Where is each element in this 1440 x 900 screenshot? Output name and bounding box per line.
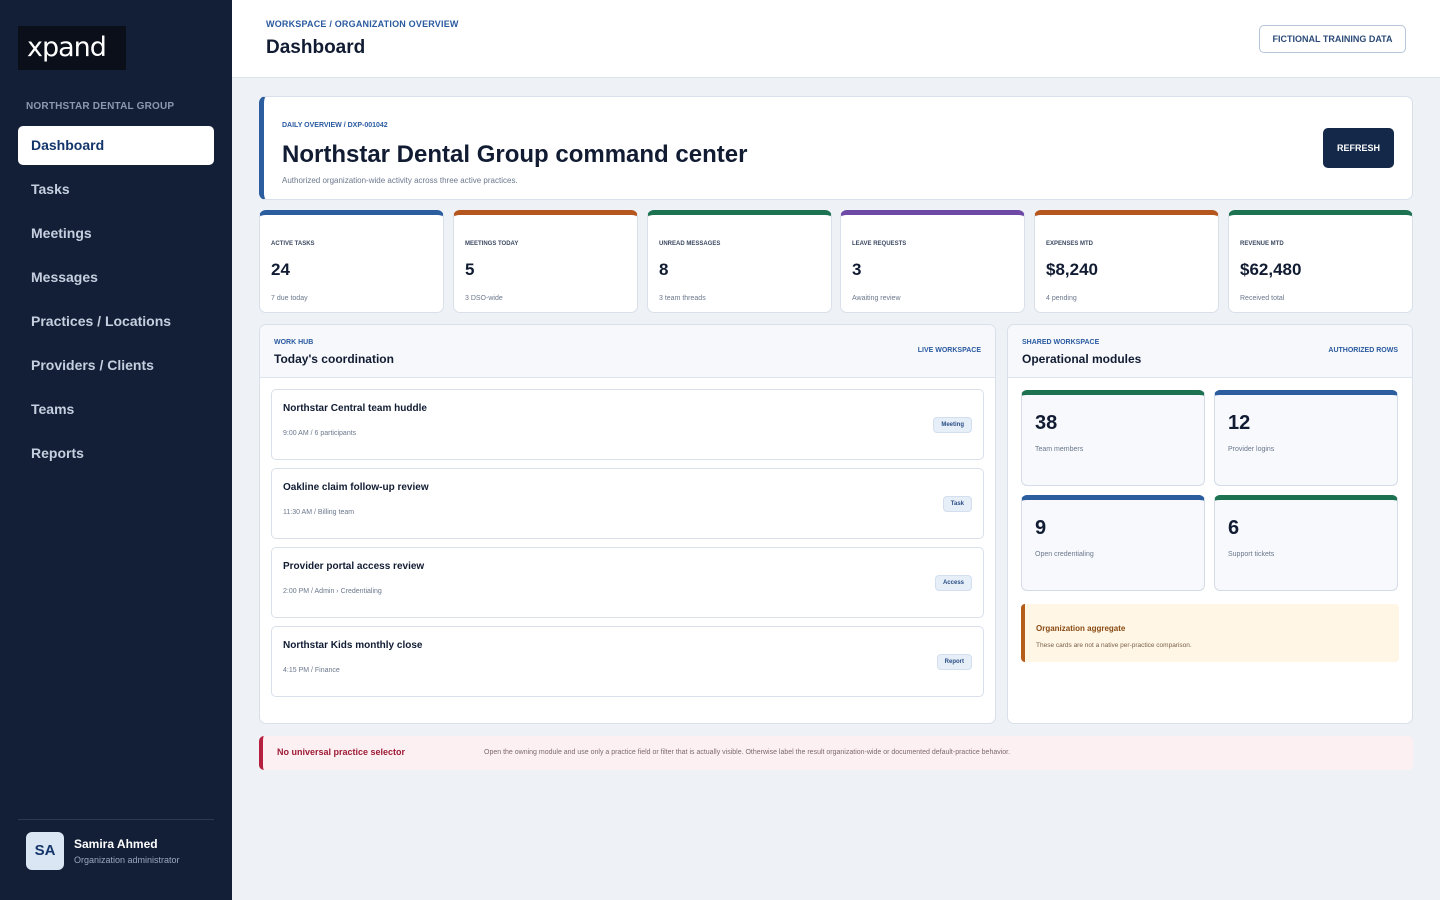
user-name: Samira Ahmed <box>74 837 158 851</box>
module-value: 38 <box>1035 412 1058 434</box>
alert-title: No universal practice selector <box>277 747 406 757</box>
module-label: Support tickets <box>1228 551 1275 558</box>
work-item-badge: Report <box>936 654 972 670</box>
stat-card-meetings-today[interactable]: MEETINGS TODAY 5 3 DSO-wide <box>453 210 638 313</box>
top-header: WORKSPACE / ORGANIZATION OVERVIEW Dashbo… <box>232 0 1440 78</box>
sidebar-item-messages[interactable]: Messages <box>18 258 214 297</box>
module-label: Open credentialing <box>1035 551 1094 558</box>
module-value: 6 <box>1228 517 1240 539</box>
work-item-title: Provider portal access review <box>283 561 425 572</box>
stat-note: 3 team threads <box>659 295 706 302</box>
live-workspace-tag[interactable]: LIVE WORKSPACE <box>918 347 981 354</box>
stat-note: 3 DSO-wide <box>465 295 503 302</box>
sidebar-item-teams[interactable]: Teams <box>18 390 214 429</box>
shared-workspace-header: SHARED WORKSPACE Operational modules AUT… <box>1008 325 1412 378</box>
stat-label: ACTIVE TASKS <box>271 241 315 247</box>
work-hub-title: Today's coordination <box>274 352 394 366</box>
module-card-provider-logins[interactable]: 12 Provider logins <box>1214 390 1398 486</box>
module-label: Provider logins <box>1228 446 1275 453</box>
module-card-team-members[interactable]: 38 Team members <box>1021 390 1205 486</box>
stat-value: 5 <box>465 260 475 279</box>
work-item-claim-review[interactable]: Oakline claim follow-up review 11:30 AM … <box>271 468 984 539</box>
sidebar-item-meetings[interactable]: Meetings <box>18 214 214 253</box>
work-item-badge: Access <box>934 575 972 591</box>
work-hub-panel: WORK HUB Today's coordination LIVE WORKS… <box>259 324 996 724</box>
module-card-support-tickets[interactable]: 6 Support tickets <box>1214 495 1398 591</box>
stat-cards: ACTIVE TASKS 24 7 due today MEETINGS TOD… <box>259 210 1413 313</box>
shared-workspace-kicker: SHARED WORKSPACE <box>1022 339 1100 346</box>
stat-card-revenue-mtd[interactable]: REVENUE MTD $62,480 Received total <box>1228 210 1413 313</box>
stat-note: Awaiting review <box>852 295 901 302</box>
stat-value: 24 <box>271 260 290 279</box>
hero-kicker: DAILY OVERVIEW / DXP-001042 <box>282 122 388 129</box>
organization-aggregate-note: Organization aggregate These cards are n… <box>1021 604 1399 662</box>
stat-label: LEAVE REQUESTS <box>852 241 907 247</box>
sidebar-item-practices-locations[interactable]: Practices / Locations <box>18 302 214 341</box>
work-item-meta: 4:15 PM / Finance <box>283 667 340 674</box>
stat-note: 7 due today <box>271 295 308 302</box>
work-item-title: Oakline claim follow-up review <box>283 482 429 493</box>
hero-card: DAILY OVERVIEW / DXP-001042 Northstar De… <box>259 96 1413 200</box>
stat-card-leave-requests[interactable]: LEAVE REQUESTS 3 Awaiting review <box>840 210 1025 313</box>
stat-value: 3 <box>852 260 862 279</box>
sidebar: xpand NORTHSTAR DENTAL GROUP Dashboard T… <box>0 0 232 900</box>
work-item-portal-access[interactable]: Provider portal access review 2:00 PM / … <box>271 547 984 618</box>
work-item-meta: 2:00 PM / Admin › Credentialing <box>283 588 382 595</box>
module-label: Team members <box>1035 446 1084 453</box>
stat-card-expenses-mtd[interactable]: EXPENSES MTD $8,240 4 pending <box>1034 210 1219 313</box>
breadcrumb: WORKSPACE / ORGANIZATION OVERVIEW <box>266 19 459 29</box>
module-card-open-credentialing[interactable]: 9 Open credentialing <box>1021 495 1205 591</box>
work-item-team-huddle[interactable]: Northstar Central team huddle 9:00 AM / … <box>271 389 984 460</box>
aggregate-text: These cards are not a native per-practic… <box>1036 642 1192 649</box>
work-item-badge: Task <box>942 496 972 512</box>
stat-value: $8,240 <box>1046 260 1098 279</box>
module-value: 9 <box>1035 517 1047 539</box>
hero-title: Northstar Dental Group command center <box>282 141 748 168</box>
stat-label: REVENUE MTD <box>1240 241 1284 247</box>
stat-value: 8 <box>659 260 669 279</box>
refresh-button[interactable]: REFRESH <box>1323 128 1394 168</box>
hero-subtitle: Authorized organization-wide activity ac… <box>282 176 518 185</box>
avatar[interactable]: SA <box>26 832 64 870</box>
stat-note: 4 pending <box>1046 295 1077 302</box>
stat-label: UNREAD MESSAGES <box>659 241 721 247</box>
sidebar-item-tasks[interactable]: Tasks <box>18 170 214 209</box>
stat-card-active-tasks[interactable]: ACTIVE TASKS 24 7 due today <box>259 210 444 313</box>
work-item-badge: Meeting <box>933 417 972 433</box>
user-role: Organization administrator <box>74 855 180 865</box>
work-hub-header: WORK HUB Today's coordination LIVE WORKS… <box>260 325 995 378</box>
sidebar-item-reports[interactable]: Reports <box>18 434 214 473</box>
sidebar-item-providers-clients[interactable]: Providers / Clients <box>18 346 214 385</box>
sidebar-item-dashboard[interactable]: Dashboard <box>18 126 214 165</box>
sidebar-nav: Dashboard Tasks Meetings Messages Practi… <box>18 126 214 478</box>
stat-label: MEETINGS TODAY <box>465 241 519 247</box>
module-value: 12 <box>1228 412 1251 434</box>
work-hub-kicker: WORK HUB <box>274 339 314 346</box>
work-item-monthly-close[interactable]: Northstar Kids monthly close 4:15 PM / F… <box>271 626 984 697</box>
stat-value: $62,480 <box>1240 260 1302 279</box>
shared-workspace-panel: SHARED WORKSPACE Operational modules AUT… <box>1007 324 1413 724</box>
stat-label: EXPENSES MTD <box>1046 241 1094 247</box>
stat-note: Received total <box>1240 295 1285 302</box>
work-item-meta: 9:00 AM / 6 participants <box>283 430 357 437</box>
sidebar-divider <box>18 819 214 820</box>
stat-card-unread-messages[interactable]: UNREAD MESSAGES 8 3 team threads <box>647 210 832 313</box>
app-logo[interactable]: xpand <box>18 26 126 70</box>
work-item-title: Northstar Kids monthly close <box>283 640 423 651</box>
work-item-title: Northstar Central team huddle <box>283 403 427 414</box>
alert-text: Open the owning module and use only a pr… <box>484 749 1011 756</box>
shared-workspace-title: Operational modules <box>1022 352 1142 366</box>
aggregate-title: Organization aggregate <box>1036 624 1126 633</box>
work-item-meta: 11:30 AM / Billing team <box>283 509 355 516</box>
org-name: NORTHSTAR DENTAL GROUP <box>26 101 175 112</box>
page-title: Dashboard <box>266 37 366 58</box>
training-data-badge: FICTIONAL TRAINING DATA <box>1259 25 1406 53</box>
authorized-rows-tag[interactable]: AUTHORIZED ROWS <box>1328 347 1398 354</box>
practice-selector-alert: No universal practice selector Open the … <box>259 736 1413 770</box>
